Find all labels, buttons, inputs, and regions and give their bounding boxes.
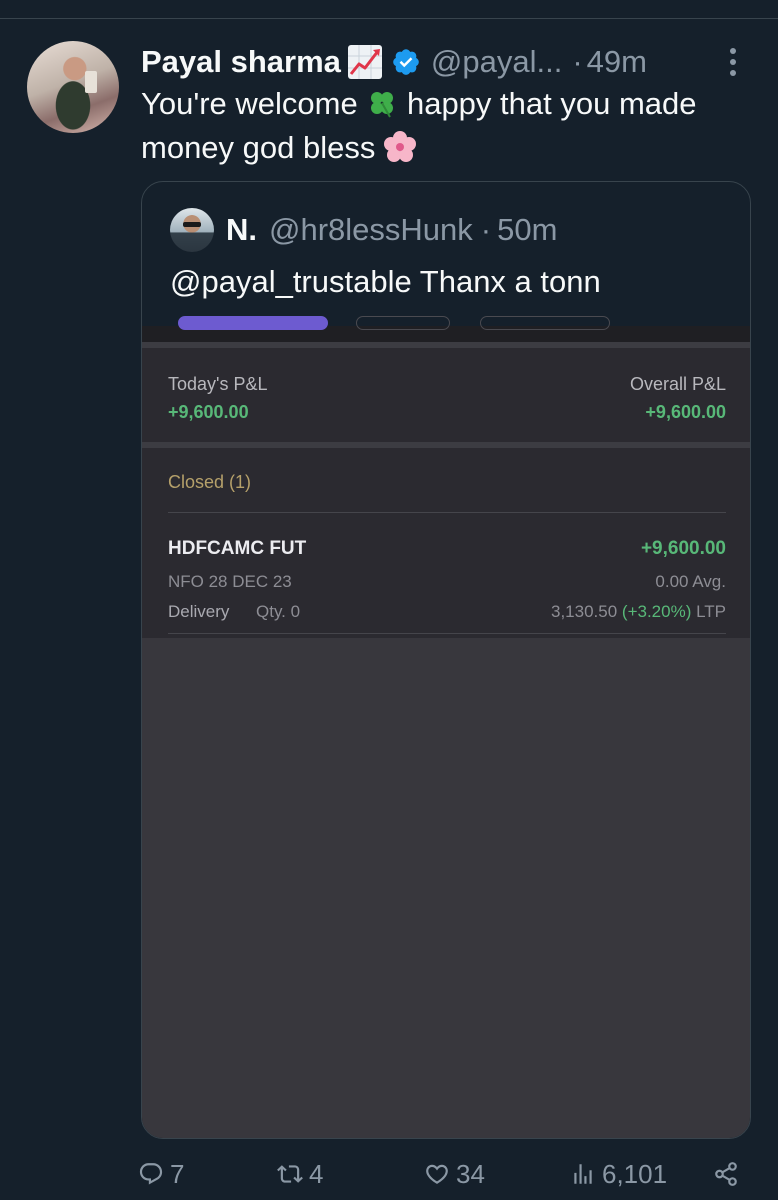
screenshot-tab <box>356 316 450 330</box>
separator: · <box>480 212 492 247</box>
like-button[interactable]: 34 <box>424 1152 485 1196</box>
tweet-text-part1: You're welcome <box>141 86 367 121</box>
screenshot-tab <box>480 316 610 330</box>
quoted-author-handle[interactable]: @hr8lessHunk <box>269 212 473 248</box>
todays-pnl-value: +9,600.00 <box>168 402 249 422</box>
divider <box>168 512 726 513</box>
overall-pnl-label: Overall P&L <box>629 374 726 394</box>
pnl-summary: Today's P&L +9,600.00 Overall P&L +9,600… <box>142 348 750 442</box>
retweet-count: 4 <box>309 1158 324 1189</box>
todays-pnl-label: Today's P&L <box>168 374 268 394</box>
author-name[interactable]: Payal sharma <box>141 44 341 80</box>
divider <box>168 633 726 634</box>
views-button[interactable]: 6,101 <box>570 1152 667 1196</box>
screenshot-empty-area <box>142 638 750 1138</box>
quoted-author-name[interactable]: N. <box>226 212 257 248</box>
quoted-time[interactable]: 50m <box>497 212 557 248</box>
share-button[interactable] <box>713 1152 745 1196</box>
avatar-detail <box>85 71 97 93</box>
position-ltp: 3,130.50 (+3.20%) LTP <box>551 602 726 622</box>
quoted-tweet[interactable]: N. @hr8lessHunk · 50m @payal_trustable T… <box>141 181 751 1139</box>
tweet-time[interactable]: 49m <box>587 44 647 80</box>
divider <box>0 18 778 19</box>
views-icon <box>574 1164 592 1184</box>
like-count: 34 <box>456 1158 485 1189</box>
ltp-price: 3,130.50 <box>551 602 622 621</box>
position-name: HDFCAMC FUT <box>168 538 307 559</box>
closed-label: Closed (1) <box>168 472 252 492</box>
action-bar: 7 4 34 6,101 <box>0 1152 778 1196</box>
position-avg: 0.00 Avg. <box>655 572 726 591</box>
ltp-suffix: LTP <box>691 602 726 621</box>
screenshot-tabs <box>142 316 750 342</box>
view-count: 6,101 <box>602 1158 668 1189</box>
position-exchange: NFO 28 DEC 23 <box>168 572 292 591</box>
chart-increasing-icon <box>347 44 383 80</box>
retweet-icon <box>277 1165 303 1183</box>
avatar-detail <box>183 222 201 227</box>
retweet-button[interactable]: 4 <box>277 1152 323 1196</box>
tweet-header: Payal sharma @payal... · 49m <box>141 40 758 84</box>
verified-badge-icon[interactable] <box>391 47 421 77</box>
more-options-icon[interactable] <box>723 44 743 80</box>
author-handle[interactable]: @payal... <box>431 44 562 80</box>
reply-button[interactable]: 7 <box>138 1152 184 1196</box>
share-icon <box>715 1162 737 1186</box>
heart-icon <box>426 1164 448 1184</box>
position-qty: Qty. 0 <box>256 602 301 621</box>
tweet-text: You're welcome happy that you made money… <box>141 82 741 170</box>
closed-positions: Closed (1) HDFCAMC FUT +9,600.00 NFO 28 … <box>142 448 750 638</box>
quoted-text: @payal_trustable Thanx a tonn <box>170 264 601 299</box>
separator: · <box>572 44 583 79</box>
screenshot-tab-active <box>178 316 328 330</box>
tweet-page: Payal sharma @payal... · 49m You're welc… <box>0 0 778 1200</box>
four-leaf-clover-icon <box>366 87 398 119</box>
position-product: Delivery <box>168 602 230 621</box>
reply-count: 7 <box>170 1158 185 1189</box>
overall-pnl-value: +9,600.00 <box>645 402 726 422</box>
quoted-header: N. @hr8lessHunk · 50m <box>226 208 557 252</box>
quoted-avatar[interactable] <box>170 208 214 252</box>
reply-icon <box>139 1163 163 1185</box>
cherry-blossom-icon <box>383 131 416 163</box>
position-pnl: +9,600.00 <box>640 538 726 559</box>
avatar[interactable] <box>27 41 119 133</box>
ltp-change: (+3.20%) <box>621 602 692 621</box>
attached-screenshot[interactable]: Today's P&L +9,600.00 Overall P&L +9,600… <box>142 316 750 1138</box>
